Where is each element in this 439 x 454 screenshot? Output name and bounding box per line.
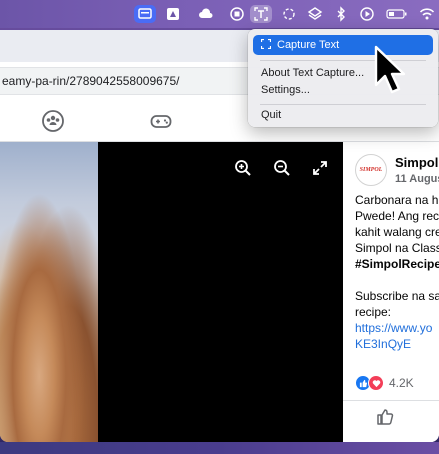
bluetooth-icon[interactable] [332,5,350,23]
page-name[interactable]: Simpol [395,155,438,170]
url-text[interactable]: eamy-pa-rin/2789042558009675/ [2,74,179,88]
text-capture-app-icon[interactable] [134,5,156,23]
groups-icon[interactable] [41,109,65,133]
food-photo [0,142,98,442]
menu-bar [0,0,439,28]
hashtag[interactable]: #SimpolRecipe [355,256,439,272]
post-link[interactable]: https://www.yo [355,320,439,336]
battery-icon [386,5,408,23]
reaction-count: 4.2K [389,376,414,390]
record-icon[interactable] [228,5,246,23]
reactions[interactable]: 4.2K [355,374,414,392]
mouse-pointer-icon [374,45,406,94]
post-date[interactable]: 11 August [395,173,439,185]
wifi-icon[interactable] [418,5,436,23]
video-viewer[interactable] [98,142,343,442]
weather-icon[interactable] [197,5,215,23]
layers-icon[interactable] [306,5,324,23]
avatar[interactable]: SIMPOL [355,154,387,186]
post-line: Pwede! Ang rec [355,209,439,223]
capture-icon [261,39,271,49]
post-line: Carbonara na h [355,193,439,207]
text-capture-icon[interactable] [250,5,272,23]
post-line: kahit walang cre [355,225,439,239]
post-panel: SIMPOL Simpol 11 August Carbonara na h P… [343,142,439,442]
zoom-out-icon[interactable] [272,158,292,178]
desktop-background [0,442,439,454]
post-actions [343,400,439,430]
thumbs-up-icon [377,409,394,425]
play-icon[interactable] [358,5,376,23]
fullscreen-icon[interactable] [310,158,330,178]
zoom-in-icon[interactable] [233,158,253,178]
like-button[interactable] [375,407,395,427]
post-line: recipe: [355,305,392,319]
post-line: Subscribe na sa [355,289,439,303]
love-reaction-icon [368,375,384,391]
text-capture-menu: Capture Text About Text Capture... Setti… [248,29,438,127]
quit-menu-item[interactable]: Quit [253,105,433,125]
post-link-cont[interactable]: KE3InQyE [355,336,439,352]
link-icon[interactable] [280,5,298,23]
gaming-icon[interactable] [149,109,173,133]
drive-icon[interactable] [164,5,182,23]
post-line: Simpol na Class [355,241,439,255]
post-text: Carbonara na h Pwede! Ang rec kahit wala… [355,192,439,352]
